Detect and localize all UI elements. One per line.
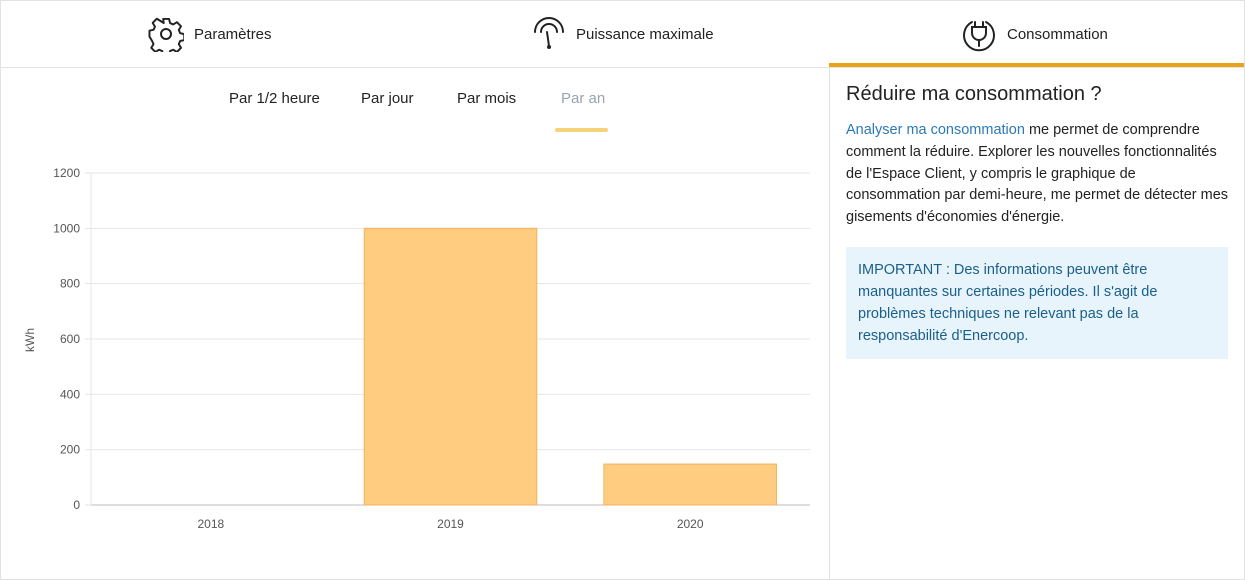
info-title: Réduire ma consommation ? xyxy=(846,83,1102,105)
y-tick-label: 600 xyxy=(60,332,80,346)
x-tick-label: 2019 xyxy=(437,517,464,531)
tab-consommation-label: Consommation xyxy=(1007,25,1108,43)
tab-puissance-maximale[interactable]: Puissance maximale xyxy=(532,1,714,67)
period-tabs: Par 1/2 heure Par jour Par mois Par an xyxy=(0,86,829,136)
subtab-mois[interactable]: Par mois xyxy=(457,90,516,107)
plug-icon xyxy=(963,21,995,52)
info-panel: Réduire ma consommation ? Analyser ma co… xyxy=(846,80,1228,359)
y-tick-label: 400 xyxy=(60,387,80,401)
subtab-active-underline xyxy=(555,128,608,132)
active-tab-indicator xyxy=(829,63,1244,67)
bar-2020[interactable] xyxy=(603,463,777,506)
info-paragraph: Analyser ma consommation me permet de co… xyxy=(846,120,1228,229)
tab-parametres-label: Paramètres xyxy=(194,25,272,43)
top-navigation: Paramètres Puissance maximale Consommati… xyxy=(1,1,1244,68)
subtab-an[interactable]: Par an xyxy=(561,90,605,107)
y-tick-label: 0 xyxy=(73,498,80,512)
power-gauge-icon xyxy=(534,17,564,49)
tab-consommation[interactable]: Consommation xyxy=(961,1,1108,67)
chart-bars xyxy=(363,227,777,506)
tab-puissance-label: Puissance maximale xyxy=(576,25,714,43)
y-tick-label: 1200 xyxy=(53,166,80,180)
panel-divider xyxy=(829,67,830,579)
y-axis-label: kWh xyxy=(23,328,37,352)
x-tick-labels: 2018 2019 2020 xyxy=(197,517,703,531)
y-tick-label: 200 xyxy=(60,443,80,457)
tab-parametres[interactable]: Paramètres xyxy=(148,1,272,67)
analyser-consommation-link[interactable]: Analyser ma consommation xyxy=(846,122,1025,138)
bar-2019[interactable] xyxy=(363,227,538,506)
x-tick-label: 2018 xyxy=(197,517,224,531)
gear-icon xyxy=(148,17,184,52)
consumption-bar-chart: 0 200 400 600 800 1000 1200 2018 2019 2020 kWh xyxy=(23,166,810,531)
y-tick-label: 800 xyxy=(60,277,80,291)
important-note: IMPORTANT : Des informations peuvent êtr… xyxy=(846,246,1228,359)
y-tick-labels: 0 200 400 600 800 1000 1200 xyxy=(53,166,80,512)
subtab-jour[interactable]: Par jour xyxy=(361,90,414,107)
y-tick-label: 1000 xyxy=(53,221,80,235)
subtab-demi-heure[interactable]: Par 1/2 heure xyxy=(229,90,320,107)
x-tick-label: 2020 xyxy=(677,517,704,531)
